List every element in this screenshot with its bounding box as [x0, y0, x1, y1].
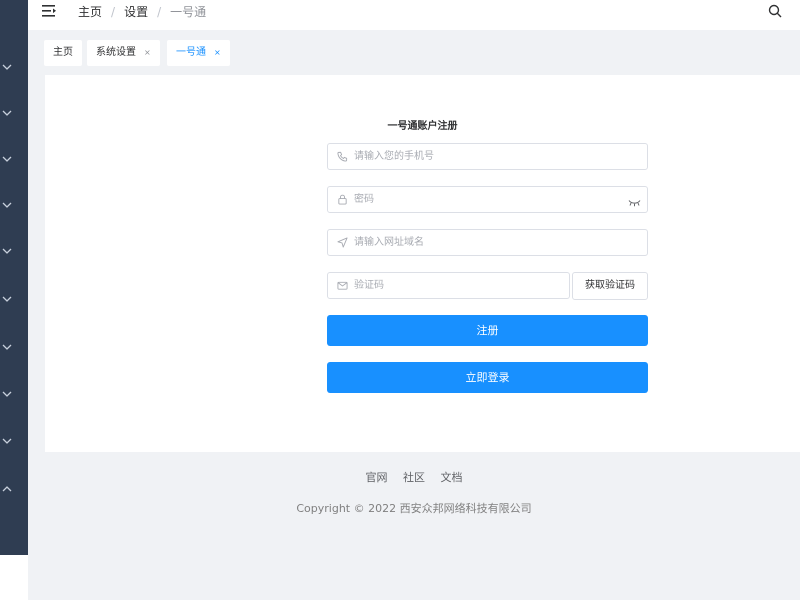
sidebar-chevron-down-icon[interactable]: [2, 108, 14, 120]
sidebar-chevron-down-icon[interactable]: [2, 294, 14, 306]
tab-label: 一号通: [176, 47, 206, 58]
tab-home[interactable]: 主页: [44, 40, 82, 66]
sidebar-chevron-down-icon[interactable]: [2, 389, 14, 401]
sidebar-chevron-up-icon[interactable]: [2, 484, 14, 496]
footer-link-docs[interactable]: 文档: [441, 471, 463, 484]
sidebar-chevron-down-icon[interactable]: [2, 200, 14, 212]
search-icon[interactable]: [768, 4, 782, 18]
footer-links: 官网 社区 文档: [28, 469, 800, 485]
sidebar-chevron-down-icon[interactable]: [2, 62, 14, 74]
login-button[interactable]: 立即登录: [327, 362, 648, 393]
sidebar-chevron-down-icon[interactable]: [2, 436, 14, 448]
footer-link-community[interactable]: 社区: [403, 471, 425, 484]
password-input[interactable]: [354, 187, 624, 212]
sidebar-chevron-down-icon[interactable]: [2, 342, 14, 354]
sidebar-chevron-down-icon[interactable]: [2, 246, 14, 258]
tab-label: 系统设置: [96, 47, 136, 58]
password-field[interactable]: [327, 186, 648, 213]
domain-field[interactable]: [327, 229, 648, 256]
mail-icon: [337, 281, 348, 290]
tab-label: 主页: [53, 47, 73, 58]
breadcrumb-separator: /: [111, 5, 116, 19]
register-button[interactable]: 注册: [327, 315, 648, 346]
phone-field[interactable]: [327, 143, 648, 170]
breadcrumb-current: 一号通: [170, 5, 207, 19]
footer-link-official[interactable]: 官网: [366, 471, 388, 484]
tab-system-settings[interactable]: 系统设置 ×: [87, 40, 160, 66]
navigation-icon: [337, 237, 348, 248]
sidebar-chevron-down-icon[interactable]: [2, 154, 14, 166]
form-title: 一号通账户注册: [387, 121, 458, 132]
breadcrumb-home[interactable]: 主页: [78, 4, 102, 20]
tab-yihaotong[interactable]: 一号通 ×: [167, 40, 230, 66]
register-card: 一号通账户注册 获取验证码 注册 立即登录: [45, 75, 800, 452]
tabs-bar: 主页 系统设置 × 一号通 ×: [28, 30, 800, 74]
lock-icon: [338, 194, 347, 205]
sidebar-active-item[interactable]: [0, 555, 28, 600]
eye-closed-icon[interactable]: [628, 199, 641, 207]
top-header: 主页 / 设置 / 一号通: [28, 0, 800, 30]
breadcrumb: 主页 / 设置 / 一号通: [78, 4, 206, 20]
copyright-text: Copyright © 2022 西安众邦网络科技有限公司: [296, 502, 532, 515]
phone-input[interactable]: [354, 144, 624, 169]
breadcrumb-separator: /: [157, 5, 162, 19]
sidebar: [0, 0, 28, 600]
code-field[interactable]: [327, 272, 570, 299]
domain-input[interactable]: [354, 230, 624, 255]
close-icon[interactable]: ×: [214, 48, 221, 57]
close-icon[interactable]: ×: [144, 48, 151, 57]
code-input[interactable]: [354, 273, 554, 298]
phone-icon: [337, 151, 348, 162]
get-code-button[interactable]: 获取验证码: [572, 272, 648, 300]
menu-fold-icon[interactable]: [42, 4, 58, 18]
breadcrumb-settings[interactable]: 设置: [124, 4, 148, 20]
